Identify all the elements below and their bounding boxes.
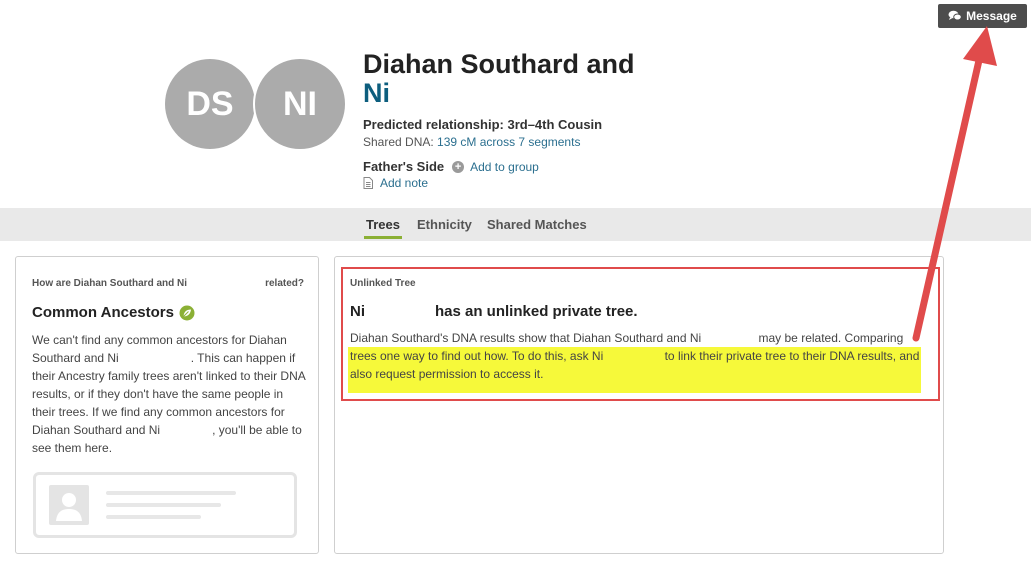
card-question-part2: related? — [265, 278, 304, 289]
placeholder-line — [106, 491, 236, 495]
predicted-relationship: Predicted relationship: 3rd–4th Cousin — [363, 117, 603, 132]
add-note-label: Add note — [380, 176, 429, 190]
page-title-line1: Diahan Southard and — [363, 49, 635, 79]
add-to-group-button[interactable]: + Add to group — [452, 160, 539, 174]
shared-dna: Shared DNA: 139 cM across 7 segments — [363, 135, 580, 149]
card-question-part1: How are Diahan Southard and Ni — [32, 278, 188, 289]
chat-bubbles-icon — [948, 10, 962, 21]
plus-circle-icon: + — [452, 160, 465, 173]
avatar-match[interactable]: NI — [253, 57, 347, 151]
tab-shared-matches[interactable]: Shared Matches — [487, 209, 587, 239]
leaf-icon — [179, 305, 195, 320]
common-ancestors-title: Common Ancestors — [32, 304, 195, 321]
person-silhouette-icon — [49, 485, 89, 525]
annotation-box — [341, 267, 940, 401]
page-title: Diahan Southard and Ni — [363, 50, 635, 108]
placeholder-line — [106, 503, 221, 507]
message-button[interactable]: Message — [938, 4, 1027, 28]
shared-dna-link[interactable]: 139 cM across 7 segments — [437, 135, 580, 149]
note-icon — [363, 177, 373, 189]
family-side: Father's Side + Add to group — [363, 159, 539, 174]
card-question: How are Diahan Southard and Ni related? — [32, 278, 304, 289]
shared-dna-label: Shared DNA: — [363, 135, 434, 149]
add-to-group-label: Add to group — [470, 159, 539, 174]
placeholder-line — [106, 515, 201, 519]
ancestor-placeholder — [33, 472, 297, 538]
tab-ethnicity[interactable]: Ethnicity — [417, 209, 472, 239]
family-side-label: Father's Side — [363, 159, 445, 174]
common-ancestors-card: How are Diahan Southard and Ni related? … — [15, 256, 319, 554]
tab-trees[interactable]: Trees — [364, 209, 402, 239]
add-note-button[interactable]: Add note — [363, 176, 428, 190]
avatar-user: DS — [165, 59, 255, 149]
common-ancestors-title-text: Common Ancestors — [32, 304, 174, 321]
message-button-label: Message — [966, 9, 1017, 23]
match-name-link[interactable]: Ni — [363, 79, 635, 108]
common-ancestors-body: We can't find any common ancestors for D… — [32, 331, 306, 457]
